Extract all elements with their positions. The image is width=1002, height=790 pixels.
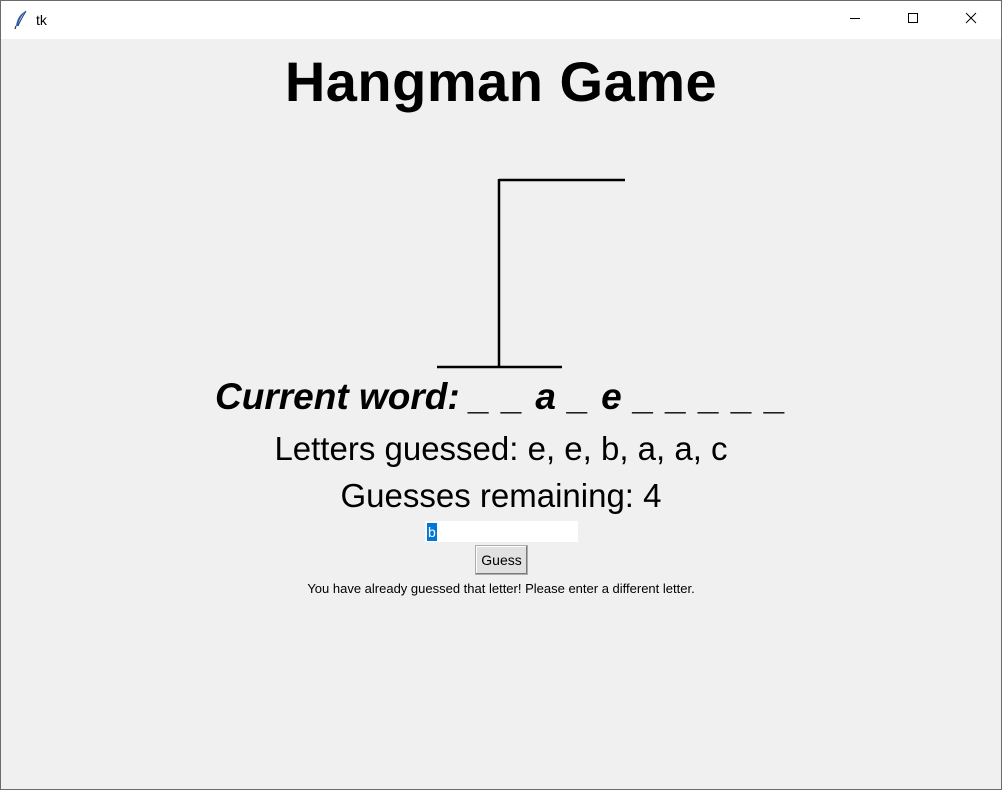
gallows-drawing — [437, 178, 625, 369]
game-area: Hangman Game Current word: _ _ a _ e _ _ … — [1, 39, 1001, 789]
letters-guessed: Letters guessed: e, e, b, a, a, c — [274, 430, 728, 467]
window-title: tk — [36, 12, 47, 28]
app-window: tk Hangman Game Current word: _ _ a _ e … — [0, 0, 1002, 790]
guess-input-value: b — [427, 522, 437, 541]
current-word-line: Current word: _ _ a _ e _ _ _ _ _ — [1, 376, 1001, 418]
minimize-icon — [849, 11, 861, 29]
guesses-remaining: Guesses remaining: 4 — [340, 477, 662, 514]
minimize-button[interactable] — [826, 1, 884, 39]
title-bar[interactable]: tk — [1, 1, 1001, 39]
close-icon — [965, 11, 977, 29]
close-button[interactable] — [942, 1, 1000, 39]
guess-button[interactable]: Guess — [475, 545, 528, 575]
maximize-button[interactable] — [884, 1, 942, 39]
guess-input[interactable]: b — [424, 520, 579, 543]
feather-icon — [13, 10, 29, 30]
current-word-label: Current word: — [215, 376, 460, 417]
maximize-icon — [907, 11, 919, 29]
game-title: Hangman Game — [284, 50, 718, 113]
status-message: You have already guessed that letter! Pl… — [307, 581, 695, 596]
current-word-value: _ _ a _ e _ _ _ _ _ — [469, 376, 787, 417]
